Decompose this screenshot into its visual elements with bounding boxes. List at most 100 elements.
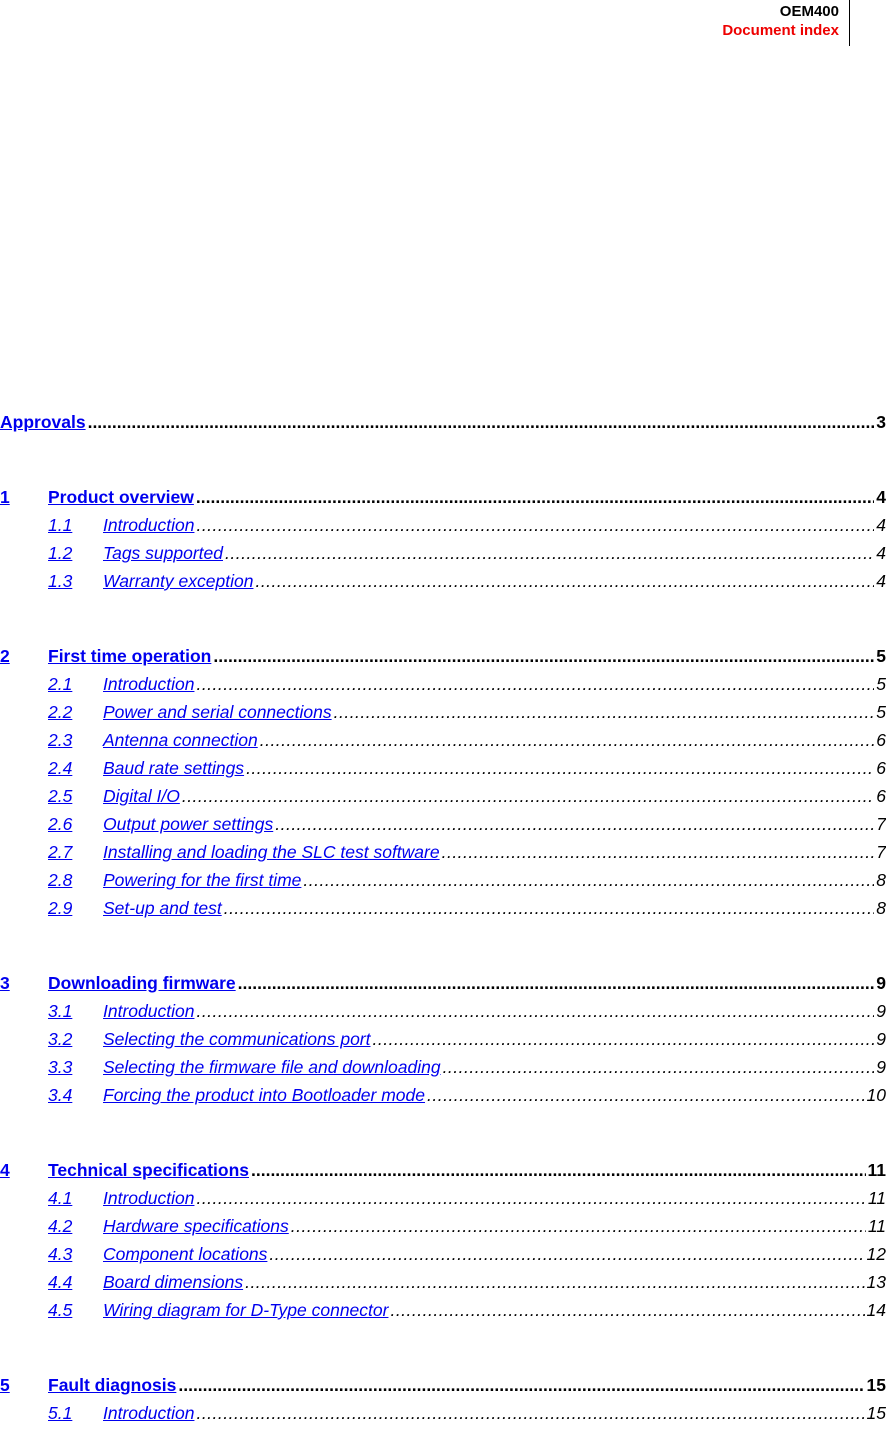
- toc-subsection-entry[interactable]: 2.8Powering for the first time 8: [0, 870, 886, 898]
- subsection-title-link[interactable]: Antenna connection: [103, 730, 258, 751]
- toc-link-approvals[interactable]: Approvals: [0, 412, 86, 433]
- subsection-title-link[interactable]: Introduction: [103, 1403, 194, 1424]
- subsection-number[interactable]: 2.8: [48, 870, 103, 891]
- toc-subsection-entry[interactable]: 2.6Output power settings 7: [0, 814, 886, 842]
- subsection-number[interactable]: 4.4: [48, 1272, 103, 1293]
- subsection-number[interactable]: 2.3: [48, 730, 103, 751]
- chapter-number[interactable]: 2: [0, 646, 48, 667]
- chapter-number[interactable]: 4: [0, 1160, 48, 1181]
- dot-leader: [224, 898, 875, 919]
- page-number: 4: [876, 487, 886, 507]
- page-number: 10: [866, 1085, 886, 1105]
- subsection-number[interactable]: 3.2: [48, 1029, 103, 1050]
- subsection-number[interactable]: 3.3: [48, 1057, 103, 1078]
- subsection-number[interactable]: 1.2: [48, 543, 103, 564]
- chapter-number[interactable]: 1: [0, 487, 48, 508]
- subsection-number[interactable]: 2.1: [48, 674, 103, 695]
- subsection-title-link[interactable]: Introduction: [103, 515, 194, 536]
- subsection-number[interactable]: 4.3: [48, 1244, 103, 1265]
- subsection-title-link[interactable]: Introduction: [103, 1188, 194, 1209]
- toc-chapter-entry[interactable]: 5Fault diagnosis 15: [0, 1375, 886, 1403]
- toc-subsection-entry[interactable]: 4.4Board dimensions 13: [0, 1272, 886, 1300]
- toc-subsection-entry[interactable]: 2.9Set-up and test 8: [0, 898, 886, 926]
- dot-leader: [196, 1001, 874, 1022]
- toc-subsection-entry[interactable]: 2.3Antenna connection 6: [0, 730, 886, 758]
- subsection-number[interactable]: 2.9: [48, 898, 103, 919]
- toc-subsection-entry[interactable]: 2.2Power and serial connections 5: [0, 702, 886, 730]
- subsection-number[interactable]: 1.1: [48, 515, 103, 536]
- subsection-number[interactable]: 3.4: [48, 1085, 103, 1106]
- subsection-number[interactable]: 2.7: [48, 842, 103, 863]
- subsection-title-link[interactable]: Output power settings: [103, 814, 273, 835]
- toc-subsection-entry[interactable]: 4.5Wiring diagram for D-Type connector 14: [0, 1300, 886, 1328]
- subsection-title-link[interactable]: Forcing the product into Bootloader mode: [103, 1085, 425, 1106]
- toc-subsection-entry[interactable]: 1.2Tags supported 4: [0, 543, 886, 571]
- toc-entry-approvals[interactable]: Approvals 3: [0, 412, 886, 440]
- subsection-title-link[interactable]: Hardware specifications: [103, 1216, 289, 1237]
- toc-subsection-entry[interactable]: 4.3Component locations 12: [0, 1244, 886, 1272]
- subsection-title-link[interactable]: Powering for the first time: [103, 870, 301, 891]
- subsection-title-link[interactable]: Set-up and test: [103, 898, 222, 919]
- toc-subsection-entry[interactable]: 2.4Baud rate settings 6: [0, 758, 886, 786]
- chapter-title-link[interactable]: Downloading firmware: [48, 973, 236, 994]
- subsection-title-link[interactable]: Selecting the communications port: [103, 1029, 371, 1050]
- chapter-number[interactable]: 3: [0, 973, 48, 994]
- toc-subsection-entry[interactable]: 4.1Introduction 11: [0, 1188, 886, 1216]
- page-number: 6: [876, 786, 886, 806]
- dot-leader: [442, 842, 875, 863]
- chapter-number[interactable]: 5: [0, 1375, 48, 1396]
- toc-subsection-entry[interactable]: 3.4 Forcing the product into Bootloader m…: [0, 1085, 886, 1113]
- dot-leader: [260, 730, 875, 751]
- subsection-number[interactable]: 1.3: [48, 571, 103, 592]
- subsection-title-link[interactable]: Board dimensions: [103, 1272, 243, 1293]
- chapter-title-link[interactable]: Technical specifications: [48, 1160, 249, 1181]
- subsection-title-link[interactable]: Installing and loading the SLC test soft…: [103, 842, 440, 863]
- toc-chapter-entry[interactable]: 4Technical specifications 11: [0, 1160, 886, 1188]
- subsection-number[interactable]: 4.5: [48, 1300, 103, 1321]
- page-number: 7: [876, 842, 886, 862]
- page-number: 4: [876, 515, 886, 535]
- toc-subsection-entry[interactable]: 5.1Introduction 15: [0, 1403, 886, 1431]
- toc-subsection-entry[interactable]: 1.3Warranty exception 4: [0, 571, 886, 599]
- subsection-title-link[interactable]: Selecting the firmware file and download…: [103, 1057, 441, 1078]
- toc-subsection-entry[interactable]: 2.5Digital I/O 6: [0, 786, 886, 814]
- dot-leader: [334, 702, 875, 723]
- toc-subsection-entry[interactable]: 3.2Selecting the communications port 9: [0, 1029, 886, 1057]
- chapter-title-link[interactable]: First time operation: [48, 646, 211, 667]
- subsection-title-link[interactable]: Baud rate settings: [103, 758, 244, 779]
- subsection-number[interactable]: 3.1: [48, 1001, 103, 1022]
- toc-subsection-entry[interactable]: 4.2Hardware specifications 11: [0, 1216, 886, 1244]
- subsection-number[interactable]: 2.2: [48, 702, 103, 723]
- subsection-title-link[interactable]: Component locations: [103, 1244, 267, 1265]
- toc-chapter-entry[interactable]: 2First time operation 5: [0, 646, 886, 674]
- chapter-title-link[interactable]: Product overview: [48, 487, 194, 508]
- toc-chapter-entry[interactable]: 3Downloading firmware 9: [0, 973, 886, 1001]
- toc-chapter-entry[interactable]: 1Product overview 4: [0, 487, 886, 515]
- subsection-number[interactable]: 4.1: [48, 1188, 103, 1209]
- subsection-number[interactable]: 2.5: [48, 786, 103, 807]
- subsection-title-link[interactable]: Introduction: [103, 1001, 194, 1022]
- subsection-title-link[interactable]: Tags supported: [103, 543, 223, 564]
- dot-leader: [443, 1057, 875, 1078]
- toc-subsection-entry[interactable]: 3.3 Selecting the firmware file and downl…: [0, 1057, 886, 1085]
- toc-subsection-entry[interactable]: 3.1Introduction 9: [0, 1001, 886, 1029]
- subsection-number[interactable]: 2.6: [48, 814, 103, 835]
- subsection-number[interactable]: 5.1: [48, 1403, 103, 1424]
- subsection-title-link[interactable]: Digital I/O: [103, 786, 180, 807]
- toc-subsection-entry[interactable]: 2.7 Installing and loading the SLC test s…: [0, 842, 886, 870]
- subsection-title-link[interactable]: Wiring diagram for D-Type connector: [103, 1300, 388, 1321]
- page-number: 15: [866, 1403, 886, 1423]
- subsection-number[interactable]: 2.4: [48, 758, 103, 779]
- subsection-title-link[interactable]: Introduction: [103, 674, 194, 695]
- subsection-title-link[interactable]: Power and serial connections: [103, 702, 332, 723]
- toc-subsection-entry[interactable]: 2.1Introduction 5: [0, 674, 886, 702]
- subsection-title-link[interactable]: Warranty exception: [103, 571, 253, 592]
- subsection-number[interactable]: 4.2: [48, 1216, 103, 1237]
- dot-leader: [196, 515, 874, 536]
- chapter-title-link[interactable]: Fault diagnosis: [48, 1375, 176, 1396]
- toc-subsection-entry[interactable]: 1.1Introduction 4: [0, 515, 886, 543]
